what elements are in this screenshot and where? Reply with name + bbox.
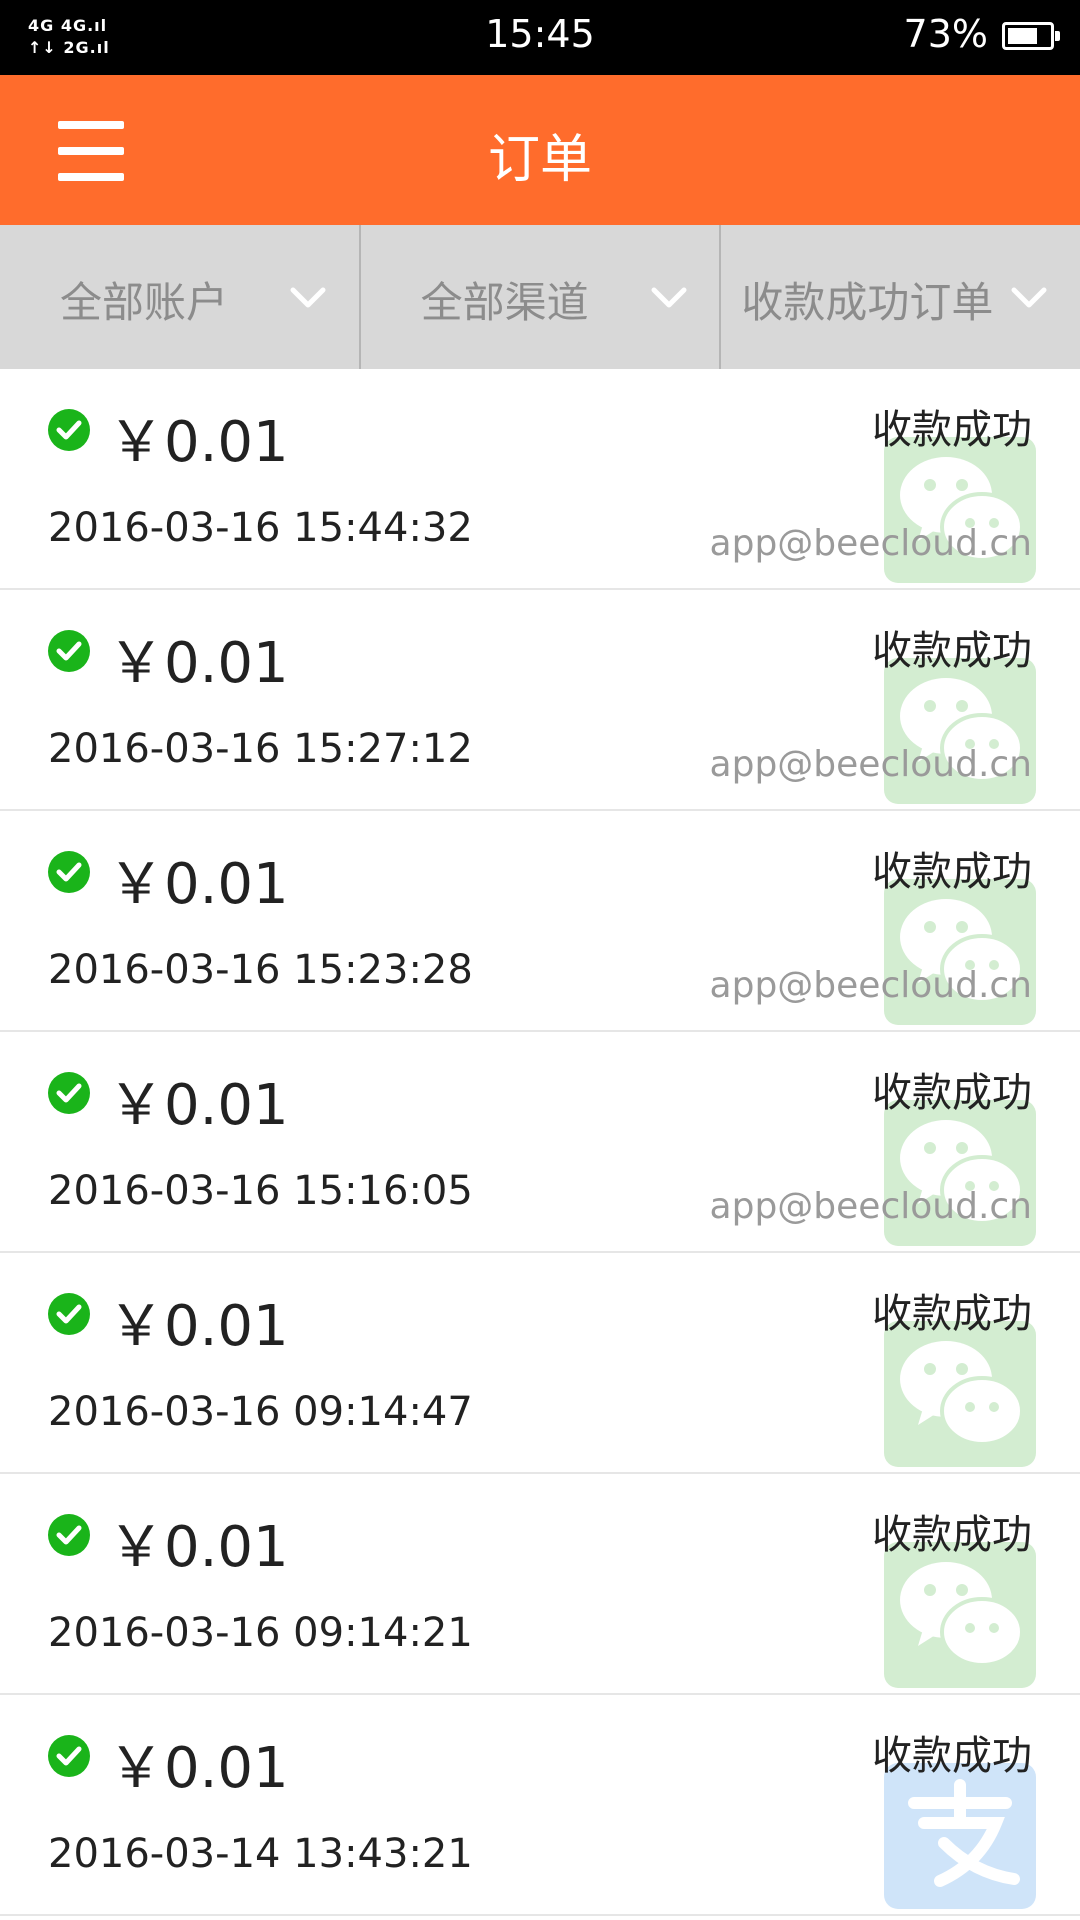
order-account: app@beecloud.cn — [709, 744, 1032, 785]
order-row[interactable]: ￥0.01 2016-03-16 09:14:21 收款成功 — [0, 1474, 1080, 1695]
wechat-pay-icon — [884, 1321, 1036, 1467]
order-status: 收款成功 — [872, 1070, 1032, 1116]
success-check-icon — [48, 1293, 90, 1335]
battery-percentage: 73% — [903, 12, 988, 56]
order-row[interactable]: ￥0.01 2016-03-16 15:27:12 收款成功 app@beecloud… — [0, 590, 1080, 811]
order-amount: ￥0.01 — [108, 1073, 289, 1138]
filter-bar: 全部账户 全部渠道 收款成功订单 — [0, 225, 1080, 369]
order-row[interactable]: ￥0.01 2016-03-16 09:14:47 收款成功 — [0, 1253, 1080, 1474]
order-account: app@beecloud.cn — [709, 1186, 1032, 1227]
chevron-down-icon — [1011, 287, 1047, 308]
order-amount: ￥0.01 — [108, 1294, 289, 1359]
success-check-icon — [48, 630, 90, 672]
order-row[interactable]: ￥0.01 2016-03-16 15:23:28 收款成功 app@beecloud… — [0, 811, 1080, 1032]
order-datetime: 2016-03-16 15:23:28 — [48, 947, 473, 993]
order-amount: ￥0.01 — [108, 410, 289, 475]
filter-channel-label: 全部渠道 — [420, 278, 589, 327]
filter-status-label: 收款成功订单 — [741, 278, 994, 327]
order-status: 收款成功 — [872, 1291, 1032, 1337]
success-check-icon — [48, 1514, 90, 1556]
order-status: 收款成功 — [872, 407, 1032, 453]
order-row[interactable]: ￥0.01 2016-03-14 13:43:21 收款成功 — [0, 1695, 1080, 1916]
success-check-icon — [48, 1072, 90, 1114]
order-account: app@beecloud.cn — [709, 523, 1032, 564]
order-datetime: 2016-03-16 15:27:12 — [48, 726, 473, 772]
success-check-icon — [48, 851, 90, 893]
battery-fill — [1008, 28, 1037, 44]
filter-channel-dropdown[interactable]: 全部渠道 — [361, 225, 722, 369]
order-status: 收款成功 — [872, 628, 1032, 674]
chevron-down-icon — [651, 287, 687, 308]
order-datetime: 2016-03-14 13:43:21 — [48, 1831, 473, 1877]
order-row[interactable]: ￥0.01 2016-03-16 15:44:32 收款成功 app@beecloud… — [0, 369, 1080, 590]
order-amount: ￥0.01 — [108, 631, 289, 696]
filter-status-dropdown[interactable]: 收款成功订单 — [721, 225, 1080, 369]
order-datetime: 2016-03-16 09:14:47 — [48, 1389, 473, 1435]
alipay-icon — [884, 1763, 1036, 1909]
order-account: app@beecloud.cn — [709, 965, 1032, 1006]
order-amount: ￥0.01 — [108, 1515, 289, 1580]
chevron-down-icon — [290, 287, 326, 308]
status-bar: 4G 4G.ıl ↑↓ 2G.ıl 15:45 73% — [0, 0, 1080, 75]
order-datetime: 2016-03-16 09:14:21 — [48, 1610, 473, 1656]
filter-account-dropdown[interactable]: 全部账户 — [0, 225, 361, 369]
page-title: 订单 — [487, 130, 592, 190]
order-amount: ￥0.01 — [108, 852, 289, 917]
app-header: 订单 — [0, 75, 1080, 225]
order-amount: ￥0.01 — [108, 1736, 289, 1801]
filter-account-label: 全部账户 — [60, 278, 229, 327]
order-status: 收款成功 — [872, 1733, 1032, 1779]
success-check-icon — [48, 409, 90, 451]
order-status: 收款成功 — [872, 1512, 1032, 1558]
wechat-pay-icon — [884, 1542, 1036, 1688]
success-check-icon — [48, 1735, 90, 1777]
order-datetime: 2016-03-16 15:44:32 — [48, 505, 473, 551]
battery-icon — [1002, 22, 1060, 50]
order-status: 收款成功 — [872, 849, 1032, 895]
order-list: ￥0.01 2016-03-16 15:44:32 收款成功 app@beecloud… — [0, 369, 1080, 1916]
battery-nub — [1055, 31, 1060, 41]
order-datetime: 2016-03-16 15:16:05 — [48, 1168, 473, 1214]
order-row[interactable]: ￥0.01 2016-03-16 15:16:05 收款成功 app@beecloud… — [0, 1032, 1080, 1253]
